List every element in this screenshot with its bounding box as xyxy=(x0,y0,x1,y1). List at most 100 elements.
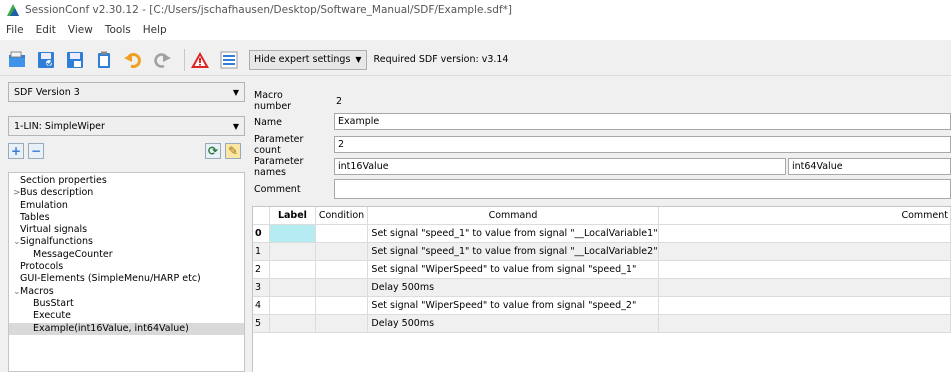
table-header-row: Label Condition Command Comment xyxy=(253,207,951,225)
name-input[interactable]: Example xyxy=(334,113,951,130)
sdf-version-value: SDF Version 3 xyxy=(14,86,80,98)
condition-cell[interactable] xyxy=(315,278,369,297)
condition-column-header[interactable]: Condition xyxy=(315,207,369,225)
tree-item-bus-description[interactable]: > Bus description xyxy=(9,187,244,199)
comment-cell[interactable] xyxy=(658,260,951,279)
condition-cell[interactable] xyxy=(315,314,369,333)
label-cell[interactable] xyxy=(269,224,316,243)
label-cell[interactable] xyxy=(269,260,316,279)
tree-item-example-macro[interactable]: Example(int16Value, int64Value) xyxy=(9,322,244,335)
comment-cell[interactable] xyxy=(658,314,951,333)
parameter-1-input[interactable]: int16Value xyxy=(334,158,786,175)
edit-button[interactable]: ✎ xyxy=(225,143,241,159)
comment-cell[interactable] xyxy=(658,296,951,315)
tree-item-gui-elements[interactable]: GUI-Elements (SimpleMenu/HARP etc) xyxy=(9,273,244,285)
comment-column-header[interactable]: Comment xyxy=(658,207,951,225)
label-cell[interactable] xyxy=(269,296,316,315)
menu-edit[interactable]: Edit xyxy=(36,24,56,36)
window-title: SessionConf v2.30.12 - [C:/Users/jschafh… xyxy=(25,4,512,16)
command-cell[interactable]: Set signal "speed_1" to value from signa… xyxy=(367,242,659,261)
command-cell[interactable]: Set signal "WiperSpeed" to value from si… xyxy=(367,260,659,279)
table-row[interactable]: 4 Set signal "WiperSpeed" to value from … xyxy=(253,296,951,315)
table-row[interactable]: 0 Set signal "speed_1" to value from sig… xyxy=(253,224,951,243)
comment-cell[interactable] xyxy=(658,278,951,297)
label-column-header[interactable]: Label xyxy=(269,207,316,225)
save-icon[interactable] xyxy=(35,49,57,71)
device-value: 1-LIN: SimpleWiper xyxy=(14,120,105,132)
macro-command-table[interactable]: Label Condition Command Comment 0 Set si… xyxy=(252,206,951,372)
chevron-down-icon: ▼ xyxy=(355,55,362,64)
tree-item-busstart[interactable]: BusStart xyxy=(9,298,244,310)
row-number: 1 xyxy=(253,242,271,261)
label-cell[interactable] xyxy=(269,278,316,297)
tree-item-protocols[interactable]: Protocols xyxy=(9,261,244,273)
row-number: 4 xyxy=(253,296,271,315)
label-cell[interactable] xyxy=(269,314,316,333)
parameter-2-input[interactable]: int64Value xyxy=(788,158,951,175)
menu-file[interactable]: File xyxy=(6,24,24,36)
warning-icon[interactable] xyxy=(189,49,211,71)
condition-cell[interactable] xyxy=(315,242,369,261)
comment-input[interactable] xyxy=(334,179,951,199)
tree-item-signalfunctions[interactable]: ⌄ Signalfunctions xyxy=(9,236,244,248)
table-row[interactable]: 1 Set signal "speed_1" to value from sig… xyxy=(253,242,951,261)
device-select[interactable]: 1-LIN: SimpleWiper ▼ xyxy=(8,116,245,136)
command-column-header[interactable]: Command xyxy=(367,207,659,225)
remove-device-button[interactable]: − xyxy=(28,143,44,159)
parameter-count-label: Parameter count xyxy=(254,134,304,156)
pencil-icon: ✎ xyxy=(227,144,239,158)
condition-cell[interactable] xyxy=(315,296,369,315)
add-device-button[interactable]: + xyxy=(8,143,24,159)
command-cell[interactable]: Delay 500ms xyxy=(367,278,659,297)
save-as-icon[interactable] xyxy=(64,49,86,71)
redo-icon[interactable] xyxy=(151,49,173,71)
comment-cell[interactable] xyxy=(658,242,951,261)
table-row[interactable]: 3 Delay 500ms xyxy=(253,278,951,297)
tree-item-section-properties[interactable]: Section properties xyxy=(9,175,244,187)
tree-item-messagecounter[interactable]: MessageCounter xyxy=(9,249,244,261)
condition-cell[interactable] xyxy=(315,224,369,243)
clipboard-icon[interactable] xyxy=(93,49,115,71)
row-number: 3 xyxy=(253,278,271,297)
title-bar: SessionConf v2.30.12 - [C:/Users/jschafh… xyxy=(0,0,951,20)
undo-icon[interactable] xyxy=(122,49,144,71)
refresh-button[interactable]: ⟳ xyxy=(205,143,221,159)
row-number: 0 xyxy=(253,224,271,243)
row-number: 2 xyxy=(253,260,271,279)
chevron-down-icon[interactable]: ⌄ xyxy=(13,236,21,248)
macro-number-label: Macro number xyxy=(254,90,292,112)
chevron-down-icon: ▼ xyxy=(232,121,239,131)
tree-item-virtual-signals[interactable]: Virtual signals xyxy=(9,224,244,236)
tree-item-execute[interactable]: Execute xyxy=(9,310,244,322)
minus-icon: − xyxy=(30,144,42,158)
chevron-down-icon[interactable]: ⌄ xyxy=(13,286,21,298)
name-label: Name xyxy=(254,116,283,128)
tree-item-emulation[interactable]: Emulation xyxy=(9,200,244,212)
plus-icon: + xyxy=(10,144,22,158)
table-row[interactable]: 5 Delay 500ms xyxy=(253,314,951,333)
row-number: 5 xyxy=(253,314,271,333)
section-tree[interactable]: Section properties > Bus description Emul… xyxy=(8,172,245,372)
condition-cell[interactable] xyxy=(315,260,369,279)
tree-item-macros[interactable]: ⌄ Macros xyxy=(9,286,244,298)
list-icon[interactable] xyxy=(218,49,240,71)
menu-bar: File Edit View Tools Help xyxy=(0,20,951,40)
command-cell[interactable]: Delay 500ms xyxy=(367,314,659,333)
command-cell[interactable]: Set signal "WiperSpeed" to value from si… xyxy=(367,296,659,315)
table-row[interactable]: 2 Set signal "WiperSpeed" to value from … xyxy=(253,260,951,279)
menu-tools[interactable]: Tools xyxy=(105,24,131,36)
expert-settings-dropdown[interactable]: Hide expert settings ▼ xyxy=(249,49,367,70)
sdf-version-select[interactable]: SDF Version 3 ▼ xyxy=(8,82,245,102)
left-panel: SDF Version 3 ▼ 1-LIN: SimpleWiper ▼ + −… xyxy=(8,82,245,372)
comment-cell[interactable] xyxy=(658,224,951,243)
menu-help[interactable]: Help xyxy=(143,24,167,36)
parameter-count-input[interactable]: 2 xyxy=(334,136,951,153)
required-sdf-version: Required SDF version: v3.14 xyxy=(373,54,509,65)
app-logo-icon xyxy=(7,4,19,16)
open-folder-icon[interactable] xyxy=(6,49,28,71)
chevron-right-icon[interactable]: > xyxy=(13,187,21,199)
label-cell[interactable] xyxy=(269,242,316,261)
command-cell[interactable]: Set signal "speed_1" to value from signa… xyxy=(367,224,659,243)
tree-item-tables[interactable]: Tables xyxy=(9,212,244,224)
menu-view[interactable]: View xyxy=(68,24,93,36)
